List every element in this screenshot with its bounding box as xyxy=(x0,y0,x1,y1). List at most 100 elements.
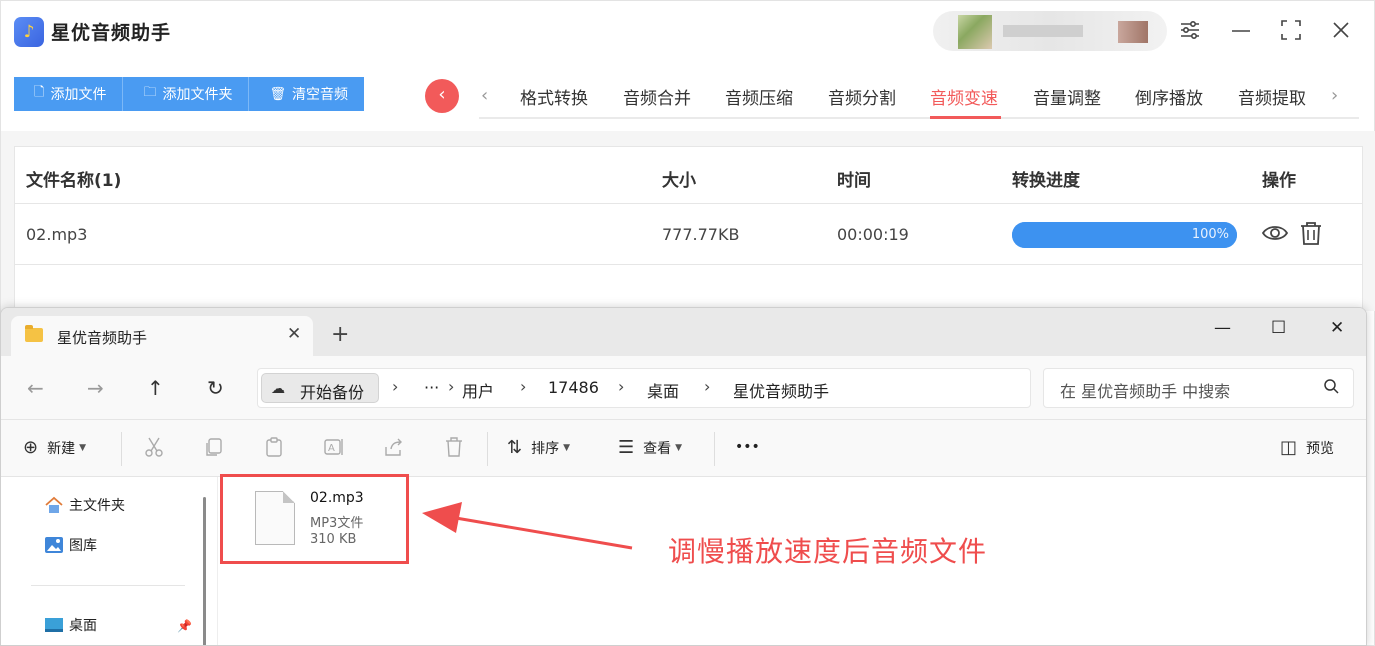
row-size: 777.77KB xyxy=(662,225,740,244)
breadcrumb-users[interactable]: 用户 xyxy=(462,378,494,402)
add-file-button[interactable]: 🗋 添加文件 xyxy=(14,77,124,111)
copy-icon[interactable] xyxy=(202,435,226,459)
divider xyxy=(487,432,488,466)
home-icon xyxy=(45,496,63,513)
minimize-icon[interactable] xyxy=(1228,17,1254,43)
breadcrumb-app-folder[interactable]: 星优音频助手 xyxy=(733,378,829,402)
breadcrumb-user-id[interactable]: 17486 xyxy=(548,378,599,397)
up-arrow-icon[interactable]: ↑ xyxy=(147,376,164,400)
explorer-tab-bar: 星优音频助手 ✕ + — ☐ ✕ xyxy=(1,308,1366,356)
tab-volume-adjust[interactable]: 音量调整 xyxy=(1033,84,1101,109)
sidebar-divider xyxy=(31,585,185,586)
maximize-icon[interactable] xyxy=(1278,17,1304,43)
sidebar-item-gallery[interactable]: 图库 xyxy=(44,535,97,555)
username-blurred-2 xyxy=(1118,21,1148,43)
sort-arrows-icon: ⇅ xyxy=(507,437,523,458)
sidebar-home-label: 主文件夹 xyxy=(69,498,125,514)
app-logo-icon: ♪ xyxy=(14,17,44,47)
share-icon[interactable] xyxy=(382,435,406,459)
preview-pane-button[interactable]: ◫ 预览 xyxy=(1280,437,1334,458)
pin-icon[interactable]: 📌 xyxy=(177,619,192,633)
paste-clipboard-icon[interactable] xyxy=(262,435,286,459)
sidebar-scrollbar[interactable] xyxy=(203,497,206,645)
tab-audio-split[interactable]: 音频分割 xyxy=(828,84,896,109)
breadcrumb-chevron-icon[interactable]: › xyxy=(392,377,398,396)
sidebar-item-desktop[interactable]: 桌面 xyxy=(44,615,97,635)
command-bar: ⊕ 新建 ▼ A ⇅ 排序 ▼ ☰ 查看 ▼ ••• ◫ 预览 xyxy=(1,420,1366,477)
file-table: 文件名称(1) 大小 时间 转换进度 操作 02.mp3 777.77KB 00… xyxy=(14,146,1363,311)
pane-divider xyxy=(217,477,218,645)
backup-label: 开始备份 xyxy=(300,383,365,402)
view-label: 查看 xyxy=(643,440,672,457)
app-title: 星优音频助手 xyxy=(51,22,172,44)
plus-circle-icon: ⊕ xyxy=(23,437,39,458)
add-folder-button[interactable]: 🗀 添加文件夹 xyxy=(123,77,250,111)
delete-trash-icon[interactable] xyxy=(1297,219,1325,247)
explorer-maximize-icon[interactable]: ☐ xyxy=(1271,318,1286,338)
file-explorer-window: 星优音频助手 ✕ + — ☐ ✕ ← → ↑ ↻ ☁ 开始备份 › ··· › … xyxy=(0,307,1367,646)
sidebar-item-home[interactable]: 主文件夹 xyxy=(44,495,125,515)
col-operations: 操作 xyxy=(1262,171,1296,191)
search-icon[interactable] xyxy=(1322,377,1342,397)
breadcrumb-chevron-icon[interactable]: › xyxy=(520,377,526,396)
col-progress: 转换进度 xyxy=(1012,171,1080,191)
progress-bar: 100% xyxy=(1012,222,1237,248)
new-button[interactable]: ⊕ 新建 ▼ xyxy=(23,437,86,458)
collapse-nav-button[interactable]: ‹ xyxy=(425,79,459,113)
feature-tabs: ‹ 格式转换 音频合并 音频压缩 音频分割 音频变速 音量调整 倒序播放 音频提… xyxy=(479,77,1359,119)
col-size: 大小 xyxy=(662,171,696,191)
search-input[interactable]: 在 星优音频助手 中搜索 xyxy=(1043,368,1354,408)
tabs-scroll-right-icon[interactable]: › xyxy=(1331,85,1338,106)
explorer-minimize-icon[interactable]: — xyxy=(1214,318,1231,338)
explorer-close-icon[interactable]: ✕ xyxy=(1330,318,1344,338)
active-tab-underline xyxy=(930,116,1001,119)
tabs-scroll-left-icon[interactable]: ‹ xyxy=(481,85,488,106)
breadcrumb-chevron-icon[interactable]: › xyxy=(704,377,710,396)
more-options-button[interactable]: ••• xyxy=(735,439,760,455)
preview-eye-icon[interactable] xyxy=(1261,219,1289,247)
breadcrumb-chevron-icon[interactable]: › xyxy=(448,377,454,396)
explorer-tab[interactable]: 星优音频助手 ✕ xyxy=(11,316,313,356)
tab-audio-merge[interactable]: 音频合并 xyxy=(623,84,691,109)
rename-icon[interactable]: A xyxy=(322,435,346,459)
tab-audio-speed[interactable]: 音频变速 xyxy=(930,84,998,109)
clear-audio-button[interactable]: 🗑 清空音频 xyxy=(249,77,364,111)
address-bar[interactable]: ☁ 开始备份 › ··· › 用户 › 17486 › 桌面 › 星优音频助手 xyxy=(257,368,1031,408)
view-button[interactable]: ☰ 查看 ▼ xyxy=(618,437,682,458)
user-account-blurred[interactable] xyxy=(933,11,1167,51)
delete-icon[interactable] xyxy=(442,435,466,459)
tab-audio-extract[interactable]: 音频提取 xyxy=(1238,84,1306,109)
breadcrumb-ellipsis[interactable]: ··· xyxy=(424,378,439,397)
backup-pill[interactable]: ☁ 开始备份 xyxy=(261,373,379,403)
chevron-down-icon: ▼ xyxy=(675,442,683,453)
tab-format-convert[interactable]: 格式转换 xyxy=(520,84,588,109)
username-blurred xyxy=(1003,25,1083,37)
new-label: 新建 xyxy=(47,440,76,457)
cloud-backup-icon: ☁ xyxy=(271,381,285,397)
tab-reverse-play[interactable]: 倒序播放 xyxy=(1135,84,1203,109)
tab-audio-compress[interactable]: 音频压缩 xyxy=(725,84,793,109)
breadcrumb-chevron-icon[interactable]: › xyxy=(618,377,624,396)
settings-sliders-icon[interactable] xyxy=(1177,17,1203,43)
close-icon[interactable] xyxy=(1328,17,1354,43)
back-arrow-icon[interactable]: ← xyxy=(27,376,44,400)
cut-scissors-icon[interactable] xyxy=(142,435,166,459)
tab-close-icon[interactable]: ✕ xyxy=(287,324,301,344)
refresh-icon[interactable]: ↻ xyxy=(207,376,224,400)
chevron-down-icon: ▼ xyxy=(79,442,87,453)
avatar xyxy=(958,15,992,49)
document-icon: 🗋 xyxy=(34,85,45,100)
add-folder-label: 添加文件夹 xyxy=(162,87,233,103)
title-bar: ♪ 星优音频助手 xyxy=(1,1,1375,63)
sidebar-desktop-label: 桌面 xyxy=(69,618,97,634)
gallery-icon xyxy=(45,537,63,553)
breadcrumb-desktop[interactable]: 桌面 xyxy=(647,378,679,402)
view-list-icon: ☰ xyxy=(618,437,635,458)
new-tab-plus-icon[interactable]: + xyxy=(331,324,349,346)
preview-label: 预览 xyxy=(1306,440,1335,457)
table-row[interactable]: 02.mp3 777.77KB 00:00:19 100% xyxy=(15,205,1362,265)
folder-icon: 🗀 xyxy=(143,85,157,100)
forward-arrow-icon[interactable]: → xyxy=(87,376,104,400)
sort-button[interactable]: ⇅ 排序 ▼ xyxy=(507,437,570,458)
search-placeholder: 在 星优音频助手 中搜索 xyxy=(1060,382,1231,401)
